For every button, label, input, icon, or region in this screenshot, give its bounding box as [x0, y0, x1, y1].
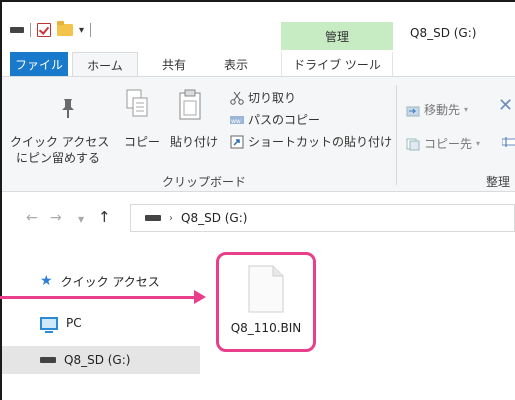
back-arrow-icon[interactable]: ← — [26, 210, 38, 226]
scissors-icon — [230, 91, 244, 105]
navigation-pane: ★ クイック アクセス PC Q8_SD (G:) — [2, 244, 202, 400]
move-to-label: 移動先 — [424, 103, 461, 117]
nav-item-label: PC — [66, 316, 82, 330]
nav-item-label: Q8_SD (G:) — [64, 353, 131, 367]
new-folder-icon[interactable] — [57, 21, 73, 36]
quick-access-toolbar: ▾ — [10, 21, 92, 38]
nav-item-pc[interactable]: PC — [2, 310, 200, 336]
divider — [30, 23, 31, 37]
window-title: Q8_SD (G:) — [410, 26, 477, 40]
copy-button[interactable]: コピー — [124, 133, 160, 150]
copy-path-label: パスのコピー — [248, 113, 321, 127]
tab-file[interactable]: ファイル — [10, 52, 68, 76]
pc-icon — [40, 316, 58, 333]
ribbon-tabs: ファイル ホーム 共有 表示 ドライブ ツール — [2, 50, 515, 78]
tab-share[interactable]: 共有 — [154, 52, 194, 76]
up-arrow-icon[interactable]: ↑ — [98, 208, 111, 226]
title-bar: ▾ 管理 Q8_SD (G:) — [2, 2, 515, 50]
drive-icon — [10, 27, 24, 33]
divider — [396, 85, 397, 185]
chevron-down-icon: ▾ — [476, 139, 481, 148]
nav-item-q8-sd-drive[interactable]: Q8_SD (G:) — [2, 346, 200, 374]
recent-dropdown-icon[interactable]: ▼ — [78, 215, 84, 224]
paste-shortcut-label: ショートカットの貼り付け — [248, 135, 393, 149]
chevron-down-icon: ▾ — [464, 105, 469, 114]
annotation-arrow-head — [194, 290, 206, 304]
address-bar-row: ← → ▼ ↑ › Q8_SD (G:) — [2, 192, 515, 244]
pin-icon[interactable] — [58, 97, 78, 119]
file-list: Q8_110.BIN — [202, 244, 515, 400]
drive-icon — [145, 215, 161, 221]
paste-button[interactable]: 貼り付け — [170, 133, 218, 150]
file-item[interactable]: Q8_110.BIN — [216, 252, 316, 352]
pin-to-quick-access-label[interactable]: クイック アクセス — [10, 133, 126, 150]
paste-shortcut-button[interactable]: ショートカットの貼り付け — [230, 133, 392, 150]
svg-text:ww: ww — [231, 118, 241, 125]
copy-path-button[interactable]: ww パスのコピー — [230, 111, 320, 128]
paste-shortcut-icon — [230, 135, 244, 148]
delete-icon[interactable]: ✕ — [498, 95, 513, 116]
star-icon: ★ — [40, 273, 53, 289]
annotation-arrow-line — [0, 296, 196, 299]
copy-to-icon — [406, 138, 420, 150]
customize-dropdown-icon[interactable]: ▾ — [79, 25, 84, 36]
copy-to-button[interactable]: コピー先 ▾ — [406, 135, 480, 152]
pin-to-quick-access-label-2[interactable]: にピン留めする — [16, 149, 100, 166]
chevron-right-icon[interactable]: › — [169, 213, 173, 224]
file-icon — [248, 265, 284, 313]
properties-check-icon[interactable] — [37, 23, 51, 37]
breadcrumb-drive[interactable]: Q8_SD (G:) — [181, 211, 247, 225]
copy-to-label: コピー先 — [424, 137, 473, 151]
clipboard-group-label: クリップボード — [162, 175, 247, 189]
tab-view[interactable]: 表示 — [214, 52, 258, 76]
move-to-icon — [406, 106, 420, 116]
rename-icon[interactable] — [502, 135, 515, 149]
nav-item-quick-access[interactable]: ★ クイック アクセス — [2, 268, 200, 294]
cut-label: 切り取り — [248, 91, 297, 105]
cut-button[interactable]: 切り取り — [230, 89, 296, 106]
file-name: Q8_110.BIN — [230, 321, 302, 335]
move-to-button[interactable]: 移動先 ▾ — [406, 101, 468, 118]
copy-icon[interactable] — [126, 89, 148, 119]
nav-item-label: クイック アクセス — [60, 274, 160, 289]
organize-group-label: 整理 — [486, 175, 511, 189]
tab-home[interactable]: ホーム — [72, 52, 138, 78]
tab-drive-tools[interactable]: ドライブ ツール — [281, 52, 393, 76]
paste-icon[interactable] — [178, 89, 204, 121]
ribbon: クイック アクセス にピン留めする コピー 貼り付け 切り取り ww パスのコピ… — [2, 76, 515, 192]
divider — [90, 23, 92, 37]
address-bar[interactable]: › Q8_SD (G:) — [130, 204, 515, 232]
drive-icon — [40, 357, 56, 363]
manage-context-tab[interactable]: 管理 — [281, 22, 393, 50]
forward-arrow-icon[interactable]: → — [50, 210, 62, 226]
copy-path-icon: ww — [230, 115, 244, 125]
